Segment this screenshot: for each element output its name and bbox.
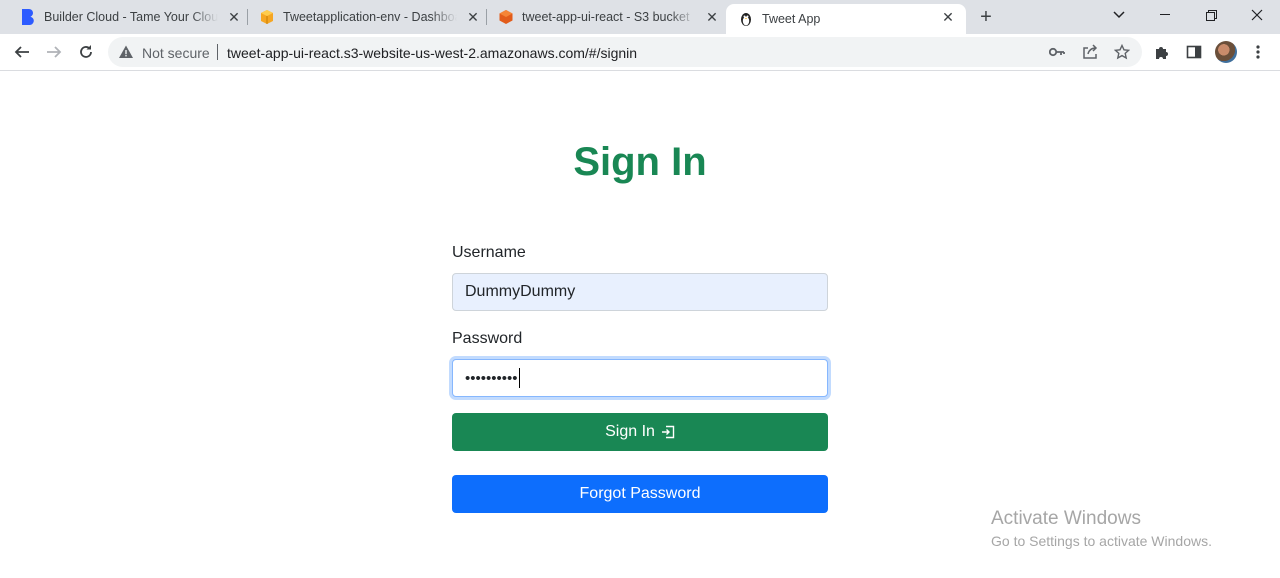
password-input[interactable]: •••••••••• — [452, 359, 828, 397]
menu-kebab-icon[interactable] — [1249, 43, 1267, 61]
extensions-icon[interactable] — [1153, 43, 1171, 61]
bookmark-star-icon[interactable] — [1114, 44, 1130, 60]
tab-tweetapplication-env[interactable]: Tweetapplication-env - Dashboard ✕ — [239, 0, 487, 34]
tab-tweet-app[interactable]: Tweet App ✕ — [726, 4, 966, 34]
tab-search-icon[interactable] — [1096, 0, 1142, 30]
browser-toolbar: Not secure tweet-app-ui-react.s3-website… — [0, 34, 1280, 71]
tab-title: Tweetapplication-env - Dashboard — [283, 10, 457, 24]
penguin-icon — [738, 11, 754, 27]
forgot-password-label: Forgot Password — [579, 485, 701, 502]
text-caret — [518, 368, 520, 388]
side-panel-icon[interactable] — [1185, 43, 1203, 61]
close-window-icon[interactable] — [1234, 0, 1280, 30]
reload-icon[interactable] — [74, 40, 98, 64]
url-text[interactable]: tweet-app-ui-react.s3-website-us-west-2.… — [227, 45, 637, 61]
tab-s3-bucket[interactable]: tweet-app-ui-react - S3 bucket ✕ — [478, 0, 726, 34]
forgot-password-button[interactable]: Forgot Password — [452, 475, 828, 513]
sign-in-button[interactable]: Sign In — [452, 413, 828, 451]
forward-icon[interactable] — [42, 40, 66, 64]
warning-icon[interactable] — [118, 44, 134, 65]
new-tab-icon[interactable]: + — [976, 7, 996, 27]
close-tab-icon[interactable]: ✕ — [704, 9, 720, 25]
page-title: Sign In — [573, 140, 707, 184]
profile-avatar[interactable] — [1215, 41, 1237, 63]
username-value: DummyDummy — [465, 283, 576, 300]
tab-title: Builder Cloud - Tame Your Cloud — [44, 10, 218, 24]
builder-b-icon — [20, 9, 36, 25]
s3-bucket-icon — [498, 9, 514, 25]
password-label: Password — [452, 330, 523, 347]
tab-strip: Builder Cloud - Tame Your Cloud ✕ Tweeta… — [0, 0, 1280, 34]
restore-icon[interactable] — [1188, 0, 1234, 30]
username-label: Username — [452, 244, 526, 261]
back-icon[interactable] — [10, 40, 34, 64]
username-input[interactable]: DummyDummy — [452, 273, 828, 311]
login-arrow-icon — [661, 425, 675, 439]
tab-builder-cloud[interactable]: Builder Cloud - Tame Your Cloud ✕ — [0, 0, 248, 34]
sign-in-button-label: Sign In — [605, 423, 655, 440]
key-icon[interactable] — [1049, 44, 1065, 60]
windows-activation-hint: Go to Settings to activate Windows. — [991, 533, 1212, 549]
tab-title: Tweet App — [762, 12, 821, 26]
minimize-icon[interactable] — [1142, 0, 1188, 30]
address-bar[interactable]: Not secure tweet-app-ui-react.s3-website… — [108, 37, 1142, 67]
password-value: •••••••••• — [465, 369, 518, 387]
share-icon[interactable] — [1082, 44, 1098, 60]
windows-activation-title: Activate Windows — [991, 508, 1141, 529]
tab-title: tweet-app-ui-react - S3 bucket — [522, 10, 690, 24]
aws-box-icon — [259, 9, 275, 25]
security-label[interactable]: Not secure — [142, 45, 210, 61]
close-tab-icon[interactable]: ✕ — [940, 9, 956, 25]
omnibox-divider — [217, 44, 218, 60]
